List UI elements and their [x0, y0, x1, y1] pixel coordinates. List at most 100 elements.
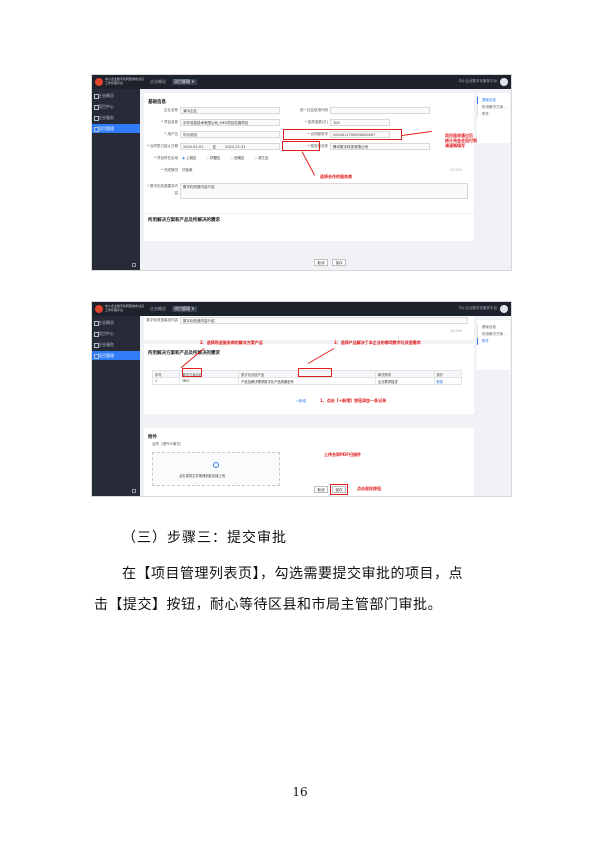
cancel-button[interactable]: 取消	[314, 486, 328, 493]
contract-date-label: * 合同签订起止日期	[147, 144, 178, 148]
user-label: * 用户名	[164, 132, 178, 136]
annotation-step3: 3、选择产品解决了本企业的哪项数字化改造需求	[334, 340, 421, 345]
anchor-attachments[interactable]: 附件	[477, 111, 510, 118]
add-row-button[interactable]: +新增	[296, 398, 306, 405]
highlight-need-header	[298, 368, 332, 377]
paragraph-line-1: 在【项目管理列表页】，勾选需要提交审批的项目，点	[122, 566, 463, 582]
annotation-select-vendor: 选择合作的服务商	[320, 174, 352, 179]
upload-dropzone[interactable]: 点击或将文件拖拽到此区域上传	[152, 452, 280, 486]
paragraph-line-2: 击【提交】按钮，耐心等待区县和市局主管部门审批。	[94, 597, 442, 613]
desc-textarea[interactable]: 数字化改造内容介绍	[180, 317, 468, 324]
status-label: * 完成情况	[161, 168, 178, 172]
vendor-select[interactable]: 腾讯数字科技有限公司	[330, 143, 430, 150]
arrow-line	[401, 130, 432, 136]
sidebar-item-overview[interactable]: 企业概况	[92, 91, 140, 100]
section-title: 基础信息	[148, 100, 166, 105]
table-row: 1 MES 产品及解决需求数字化产品规格型号 企业需求描述 删除	[151, 377, 463, 385]
radio-xihu[interactable]: 西湖区	[230, 155, 245, 162]
screenshot-solutions-attachments: 中小企业数字化转型城市试点工作管理平台 企业概况 项目管理 ✕ 中小企业数字化服…	[91, 301, 512, 497]
top-bar: 中小企业数字化转型城市试点工作管理平台 企业概况 项目管理 ✕ 中小企业数字化服…	[92, 302, 511, 316]
company-name-input[interactable]: 演示企业	[180, 107, 280, 114]
col-need: 解决需求	[374, 370, 435, 378]
date-separator: 至	[212, 145, 216, 149]
form-attachments: 附件 合同（限PDF格式） 点击或将文件拖拽到此区域上传	[144, 428, 474, 496]
investment-label: * 投资金额(万)	[304, 120, 328, 124]
sidebar: 企业概况 项目中心 企业服务 项目管理	[92, 89, 140, 270]
user-text: 中小企业数字化服务平台	[458, 79, 498, 83]
location-label: * 项目所在区域	[154, 156, 178, 160]
body-paragraph: 在【项目管理列表页】，勾选需要提交审批的项目，点 击【提交】按钮，耐心等待区县和…	[94, 559, 512, 621]
tab-overview[interactable]: 企业概况	[148, 79, 168, 85]
sidebar-item-services[interactable]: 企业服务	[92, 113, 140, 122]
char-count: 0/1000	[450, 329, 463, 333]
highlight-solution-header	[182, 368, 202, 377]
collapse-icon[interactable]	[132, 489, 136, 493]
annotation-save: 点击保存按钮	[357, 486, 381, 491]
company-name-label: 企业名称	[164, 108, 178, 112]
sidebar: 企业概况 项目中心 企业服务 项目管理	[92, 316, 140, 496]
anchor-solutions[interactable]: 所用解决方案...	[477, 104, 510, 111]
attach-title: 附件	[148, 435, 157, 440]
anchor-attachments[interactable]: 附件	[477, 338, 510, 345]
tab-overview[interactable]: 企业概况	[148, 306, 168, 312]
date-start: 2024-01-01	[183, 145, 204, 149]
avatar[interactable]	[500, 78, 508, 86]
anchor-basic-info[interactable]: 基础信息	[477, 324, 510, 331]
tab-project-management[interactable]: 项目管理 ✕	[172, 79, 197, 85]
cancel-button[interactable]: 取消	[314, 259, 328, 266]
highlight-contract-no	[283, 129, 402, 140]
date-end: 2024-12-31	[225, 145, 246, 149]
col-op: 操作	[433, 370, 463, 378]
section-title: 所用解决方案和产品及所解决的需求	[148, 351, 220, 356]
project-name-input[interactable]: 中外信息技术有限公司_MES项目实施项目	[180, 119, 280, 126]
logo-text: 中小企业数字化转型城市试点工作管理平台	[105, 77, 145, 85]
desc-label: * 数字化改造建设内容	[147, 184, 178, 195]
screenshot-basic-info: 中小企业数字化转型城市试点工作管理平台 企业概况 项目管理 ✕ 中小企业数字化服…	[91, 74, 512, 271]
annotation-step2: 2、选择所选服务商的解决方案产品	[200, 340, 263, 345]
arrow-line	[301, 151, 316, 176]
save-button[interactable]: 保存	[332, 259, 346, 266]
avatar[interactable]	[500, 305, 508, 313]
radio-binjiang[interactable]: 滨江区	[254, 155, 269, 162]
radio-shangcheng[interactable]: 上城区	[182, 155, 197, 162]
page-number: 16	[292, 785, 308, 799]
contract-label: 合同（限PDF格式）	[152, 442, 184, 446]
logo-text: 中小企业数字化转型城市试点工作管理平台	[105, 304, 145, 312]
upload-hint: 点击或将文件拖拽到此区域上传	[179, 474, 226, 478]
credit-code-label: 统一社会信用代码	[300, 108, 328, 112]
upload-icon	[213, 462, 219, 468]
delete-link[interactable]: 删除	[433, 377, 463, 385]
credit-code-input[interactable]	[330, 107, 430, 114]
annotation-upload: 上传合同PDF扫描件	[324, 452, 361, 457]
radio-gongshu[interactable]: 拱墅区	[206, 155, 221, 162]
top-bar: 中小企业数字化转型城市试点工作管理平台 企业概况 项目管理 ✕ 中小企业数字化服…	[92, 75, 511, 89]
anchor-basic-info[interactable]: 基础信息	[477, 97, 510, 104]
right-anchor-nav: 基础信息 所用解决方案... 附件	[477, 320, 510, 370]
sidebar-item-project-center[interactable]: 项目中心	[92, 329, 140, 338]
highlight-vendor	[282, 141, 320, 151]
cell-need-input[interactable]: 企业需求描述	[374, 377, 435, 385]
sidebar-item-overview[interactable]: 企业概况	[92, 318, 140, 327]
status-value: 已验收	[182, 168, 193, 172]
investment-input[interactable]: 100	[330, 119, 390, 126]
contract-date-range[interactable]: 2024-01-01 至 2024-12-31	[180, 143, 280, 150]
right-anchor-nav: 基础信息 所用解决方案... 附件	[477, 93, 510, 143]
sidebar-item-services[interactable]: 企业服务	[92, 340, 140, 349]
desc-textarea[interactable]: 数字化改造内容介绍	[180, 183, 468, 199]
tab-project-management[interactable]: 项目管理 ✕	[172, 306, 197, 312]
cell-no: 1	[151, 377, 181, 385]
form-basic-info: 基础信息 企业名称 演示企业 统一社会信用代码 * 项目名称 中外信息技术有限公…	[144, 93, 474, 241]
sidebar-item-project-management[interactable]: 项目管理	[92, 124, 140, 133]
sidebar-item-project-center[interactable]: 项目中心	[92, 102, 140, 111]
highlight-save-button	[330, 484, 348, 495]
user-input[interactable]: 华为测试	[180, 131, 280, 138]
cell-solution-select[interactable]: MES	[179, 377, 240, 385]
anchor-solutions[interactable]: 所用解决方案...	[477, 331, 510, 338]
form-desc-tail: 数字化改造建设内容 数字化改造内容介绍 0/1000	[144, 316, 474, 340]
col-no: 序号	[151, 370, 181, 378]
logo-icon	[95, 305, 103, 313]
collapse-icon[interactable]	[132, 263, 136, 267]
char-count: 0/1000	[450, 168, 463, 172]
sidebar-item-project-management[interactable]: 项目管理	[92, 351, 140, 360]
cell-product-select[interactable]: 产品及解决需求数字化产品规格型号	[238, 377, 376, 385]
